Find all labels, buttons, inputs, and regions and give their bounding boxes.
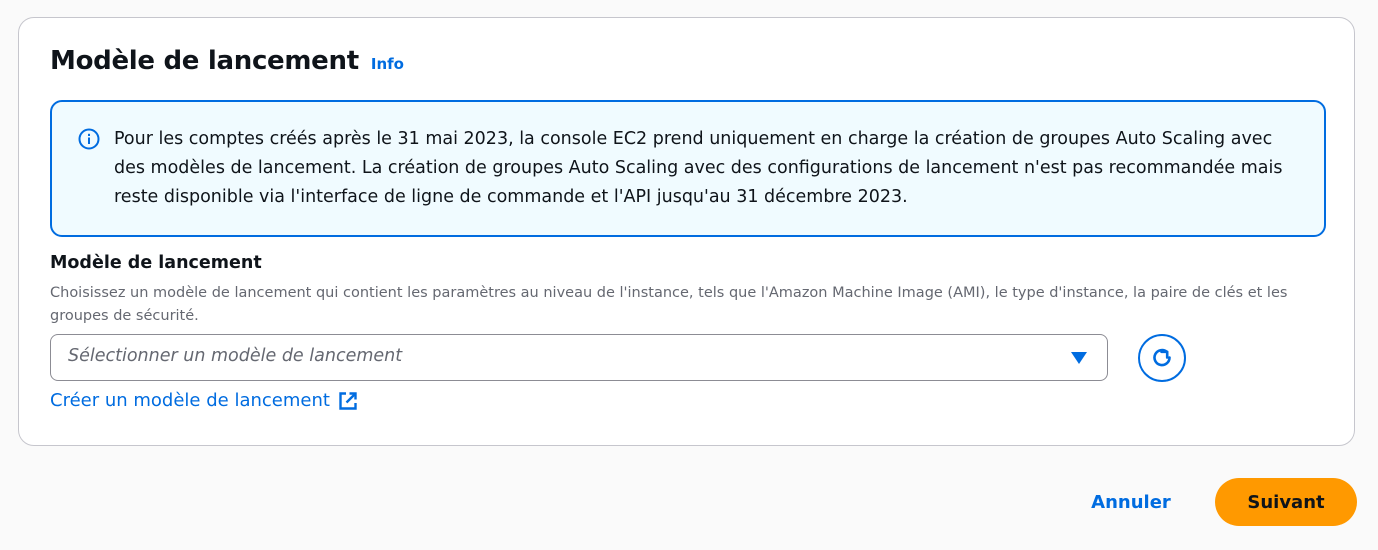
launch-template-panel: Modèle de lancement Info Pour les compte… (18, 17, 1355, 446)
cancel-button[interactable]: Annuler (1076, 478, 1186, 526)
external-link-icon (339, 391, 357, 410)
caret-down-icon (1071, 352, 1087, 364)
field-label: Modèle de lancement (50, 253, 262, 273)
alert-message: Pour les comptes créés après le 31 mai 2… (114, 129, 1283, 207)
field-description: Choisissez un modèle de lancement qui co… (50, 285, 1288, 324)
launch-template-select[interactable]: Sélectionner un modèle de lancement (50, 334, 1108, 381)
panel-header: Modèle de lancement Info (50, 46, 404, 76)
create-template-link-label: Créer un modèle de lancement (50, 390, 330, 411)
refresh-button[interactable] (1138, 334, 1186, 382)
refresh-icon (1153, 348, 1171, 367)
info-alert: Pour les comptes créés après le 31 mai 2… (50, 100, 1326, 237)
panel-title: Modèle de lancement (50, 46, 359, 76)
select-placeholder: Sélectionner un modèle de lancement (68, 346, 403, 366)
info-circle-icon (78, 128, 100, 150)
info-link[interactable]: Info (371, 55, 404, 73)
next-button[interactable]: Suivant (1215, 478, 1357, 526)
create-template-link[interactable]: Créer un modèle de lancement (50, 390, 358, 411)
